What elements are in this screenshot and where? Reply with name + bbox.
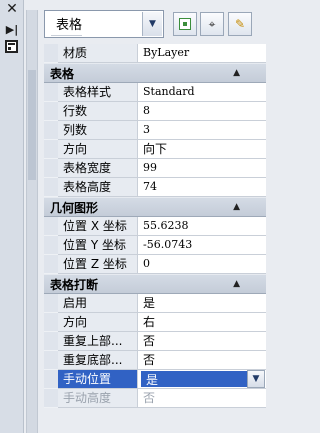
property-row[interactable]: 位置 Y 坐标 -56.0743 <box>44 236 266 255</box>
quick-select-icon <box>179 18 191 30</box>
property-value[interactable]: 右 <box>138 313 266 332</box>
object-type-dropdown[interactable]: 表格 ▼ <box>44 10 164 38</box>
property-value: 否 <box>138 389 266 408</box>
property-label: 位置 Y 坐标 <box>58 236 138 255</box>
select-objects-button[interactable]: ⌖ <box>200 12 224 36</box>
quick-select-button[interactable] <box>173 12 197 36</box>
property-value[interactable]: 8 <box>138 102 266 121</box>
property-row[interactable]: 重复底部... 否 <box>44 351 266 370</box>
toggle-pickadd-icon: ✎ <box>234 17 246 31</box>
toggle-pickadd-button[interactable]: ✎ <box>228 12 252 36</box>
section-title: 表格打断 <box>50 277 99 292</box>
property-label: 列数 <box>58 121 138 140</box>
object-type-value: 表格 <box>51 17 83 36</box>
property-row[interactable]: 方向 右 <box>44 313 266 332</box>
property-row[interactable]: 表格宽度 99 <box>44 159 266 178</box>
property-value[interactable]: Standard <box>138 83 266 102</box>
property-label: 表格宽度 <box>58 159 138 178</box>
property-label: 方向 <box>58 313 138 332</box>
collapse-icon[interactable]: ▲ <box>233 202 240 212</box>
property-row-selected[interactable]: 手动位置 是 ▼ <box>44 370 266 389</box>
chevron-down-icon[interactable]: ▼ <box>247 370 265 388</box>
properties-icon[interactable] <box>5 40 18 53</box>
property-label: 位置 Z 坐标 <box>58 255 138 274</box>
scrollbar-thumb[interactable] <box>28 70 36 180</box>
property-label: 手动位置 <box>58 370 138 389</box>
property-value[interactable]: 99 <box>138 159 266 178</box>
close-icon[interactable]: ✕ <box>5 1 19 17</box>
property-value[interactable]: ByLayer <box>138 44 266 63</box>
palette-title-strip: ✕ ▶| <box>0 0 24 433</box>
property-row[interactable]: 启用 是 <box>44 294 266 313</box>
section-title: 表格 <box>50 66 75 81</box>
property-grid: 材质 ByLayer 表格 ▲ 表格样式 Standard 行数 8 列数 3 … <box>44 44 266 408</box>
property-label: 表格高度 <box>58 178 138 197</box>
section-header-table-break[interactable]: 表格打断 ▲ <box>44 274 266 294</box>
property-row-disabled: 手动高度 否 <box>44 389 266 408</box>
property-label: 方向 <box>58 140 138 159</box>
property-label: 重复上部... <box>58 332 138 351</box>
property-row[interactable]: 表格高度 74 <box>44 178 266 197</box>
property-value[interactable]: 3 <box>138 121 266 140</box>
selected-value[interactable]: 是 <box>141 371 247 387</box>
chevron-down-icon[interactable]: ▼ <box>142 12 162 36</box>
section-header-table[interactable]: 表格 ▲ <box>44 63 266 83</box>
select-objects-icon: ⌖ <box>208 17 216 31</box>
property-label: 位置 X 坐标 <box>58 217 138 236</box>
property-row-material[interactable]: 材质 ByLayer <box>44 44 266 63</box>
property-value[interactable]: 是 <box>138 294 266 313</box>
auto-hide-icon[interactable]: ▶| <box>5 22 19 36</box>
property-value-dropdown[interactable]: 是 ▼ <box>138 370 266 389</box>
palette-scrollbar[interactable] <box>26 10 38 433</box>
collapse-icon[interactable]: ▲ <box>233 279 240 289</box>
property-row[interactable]: 行数 8 <box>44 102 266 121</box>
property-value[interactable]: 0 <box>138 255 266 274</box>
property-value[interactable]: 否 <box>138 351 266 370</box>
property-label: 重复底部... <box>58 351 138 370</box>
property-label: 材质 <box>58 44 138 63</box>
property-row[interactable]: 位置 X 坐标 55.6238 <box>44 217 266 236</box>
property-row[interactable]: 列数 3 <box>44 121 266 140</box>
property-label: 表格样式 <box>58 83 138 102</box>
property-value[interactable]: 否 <box>138 332 266 351</box>
property-value[interactable]: -56.0743 <box>138 236 266 255</box>
section-title: 几何图形 <box>50 200 99 215</box>
property-label: 启用 <box>58 294 138 313</box>
property-value[interactable]: 向下 <box>138 140 266 159</box>
section-header-geometry[interactable]: 几何图形 ▲ <box>44 197 266 217</box>
property-label: 手动高度 <box>58 389 138 408</box>
property-row[interactable]: 重复上部... 否 <box>44 332 266 351</box>
property-row[interactable]: 位置 Z 坐标 0 <box>44 255 266 274</box>
property-label: 行数 <box>58 102 138 121</box>
properties-toolbar: 表格 ▼ ⌖ ✎ <box>44 8 266 40</box>
property-value[interactable]: 55.6238 <box>138 217 266 236</box>
collapse-icon[interactable]: ▲ <box>233 68 240 78</box>
property-row[interactable]: 方向 向下 <box>44 140 266 159</box>
property-value[interactable]: 74 <box>138 178 266 197</box>
property-row[interactable]: 表格样式 Standard <box>44 83 266 102</box>
